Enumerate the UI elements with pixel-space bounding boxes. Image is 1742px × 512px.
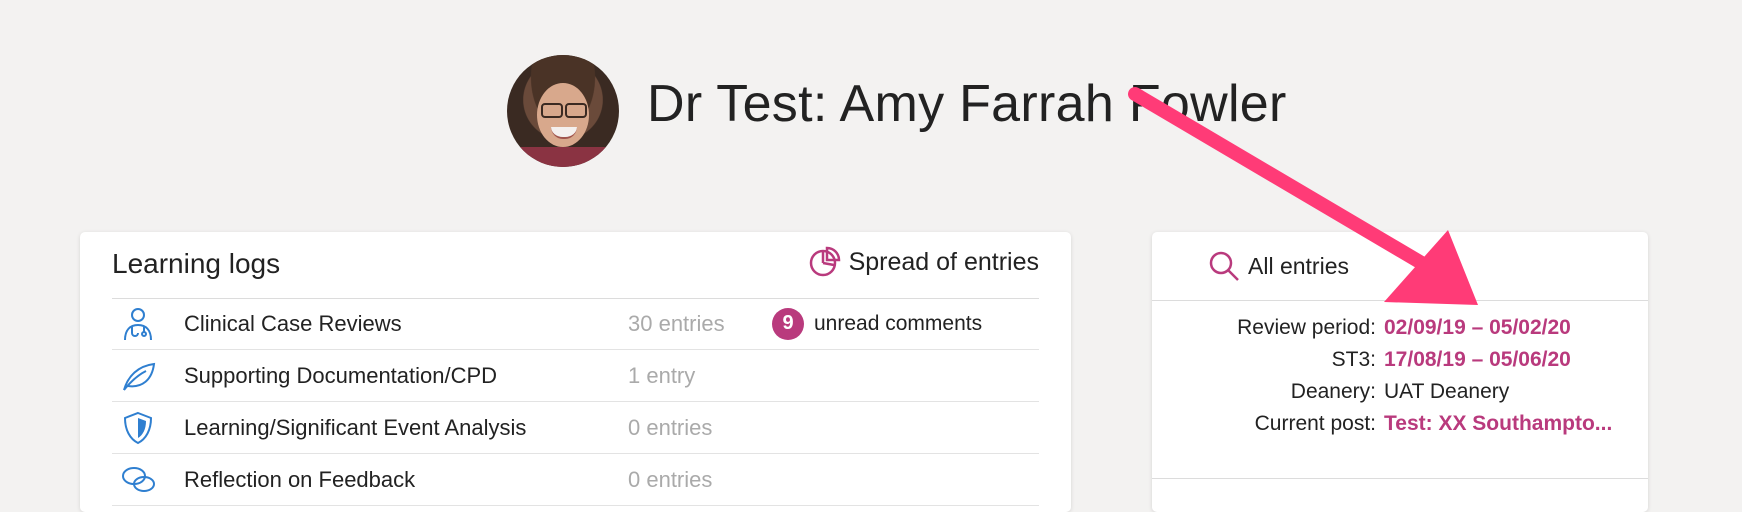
log-entry-count: 30 entries <box>628 310 725 336</box>
profile-header: Dr Test: Amy Farrah Fowler <box>0 0 1742 200</box>
unread-comments-label: unread comments <box>814 311 983 335</box>
log-label: Reflection on Feedback <box>184 466 416 492</box>
leaf-icon <box>123 362 156 391</box>
review-period-label: Review period: <box>1237 316 1376 339</box>
learning-logs-header: Learning logs Spread of entries <box>112 232 1039 299</box>
pie-chart-icon <box>809 246 840 277</box>
list-item-reflection-on-feedback[interactable]: Reflection on Feedback 0 entries <box>112 454 1039 506</box>
trainee-info: Review period: 02/09/19 – 05/02/20 ST3: … <box>1152 316 1648 444</box>
log-entry-count: 1 entry <box>628 362 696 388</box>
deanery-row: Deanery: UAT Deanery <box>1152 380 1648 412</box>
unread-comments[interactable]: 9 unread comments <box>772 307 983 340</box>
doctor-icon <box>124 308 152 341</box>
search-icon <box>1209 251 1239 281</box>
st3-period-link[interactable]: 17/08/19 – 05/06/20 <box>1384 348 1571 372</box>
shield-icon <box>123 411 153 445</box>
log-entry-count: 0 entries <box>628 466 713 492</box>
review-period-row: Review period: 02/09/19 – 05/02/20 <box>1152 316 1648 348</box>
entries-header: All entries <box>1152 232 1648 301</box>
spread-of-entries-label: Spread of entries <box>848 247 1039 276</box>
review-period-link[interactable]: 02/09/19 – 05/02/20 <box>1384 316 1571 340</box>
log-label: Learning/Significant Event Analysis <box>184 414 527 440</box>
all-entries-button[interactable]: All entries <box>1208 250 1349 282</box>
list-item-supporting-documentation[interactable]: Supporting Documentation/CPD 1 entry <box>112 350 1039 402</box>
list-item-clinical-case-reviews[interactable]: Clinical Case Reviews 30 entries 9 unrea… <box>112 298 1039 350</box>
divider <box>1152 478 1648 479</box>
current-post-link[interactable]: Test: XX Southampto... <box>1384 412 1612 436</box>
entries-card: All entries Review period: 02/09/19 – 05… <box>1152 232 1648 512</box>
unread-count-badge: 9 <box>772 307 804 340</box>
avatar[interactable] <box>507 55 619 167</box>
list-item-learning-event-analysis[interactable]: Learning/Significant Event Analysis 0 en… <box>112 402 1039 454</box>
spread-of-entries-button[interactable]: Spread of entries <box>809 246 1039 278</box>
page-title: Dr Test: Amy Farrah Fowler <box>647 75 1287 133</box>
deanery-label: Deanery: <box>1290 380 1376 403</box>
log-label: Supporting Documentation/CPD <box>184 362 498 388</box>
current-post-label: Current post: <box>1254 412 1376 435</box>
st3-row: ST3: 17/08/19 – 05/06/20 <box>1152 348 1648 380</box>
deanery-value: UAT Deanery <box>1384 380 1510 403</box>
current-post-row: Current post: Test: XX Southampto... <box>1152 412 1648 444</box>
st3-label: ST3: <box>1331 348 1376 371</box>
log-entry-count: 0 entries <box>628 414 713 440</box>
log-label: Clinical Case Reviews <box>184 310 402 336</box>
all-entries-label: All entries <box>1248 252 1349 279</box>
learning-logs-card: Learning logs Spread of entries Clinical… <box>80 232 1071 512</box>
learning-log-list: Clinical Case Reviews 30 entries 9 unrea… <box>112 298 1039 506</box>
learning-logs-title: Learning logs <box>112 248 281 279</box>
speech-bubbles-icon <box>122 467 155 492</box>
